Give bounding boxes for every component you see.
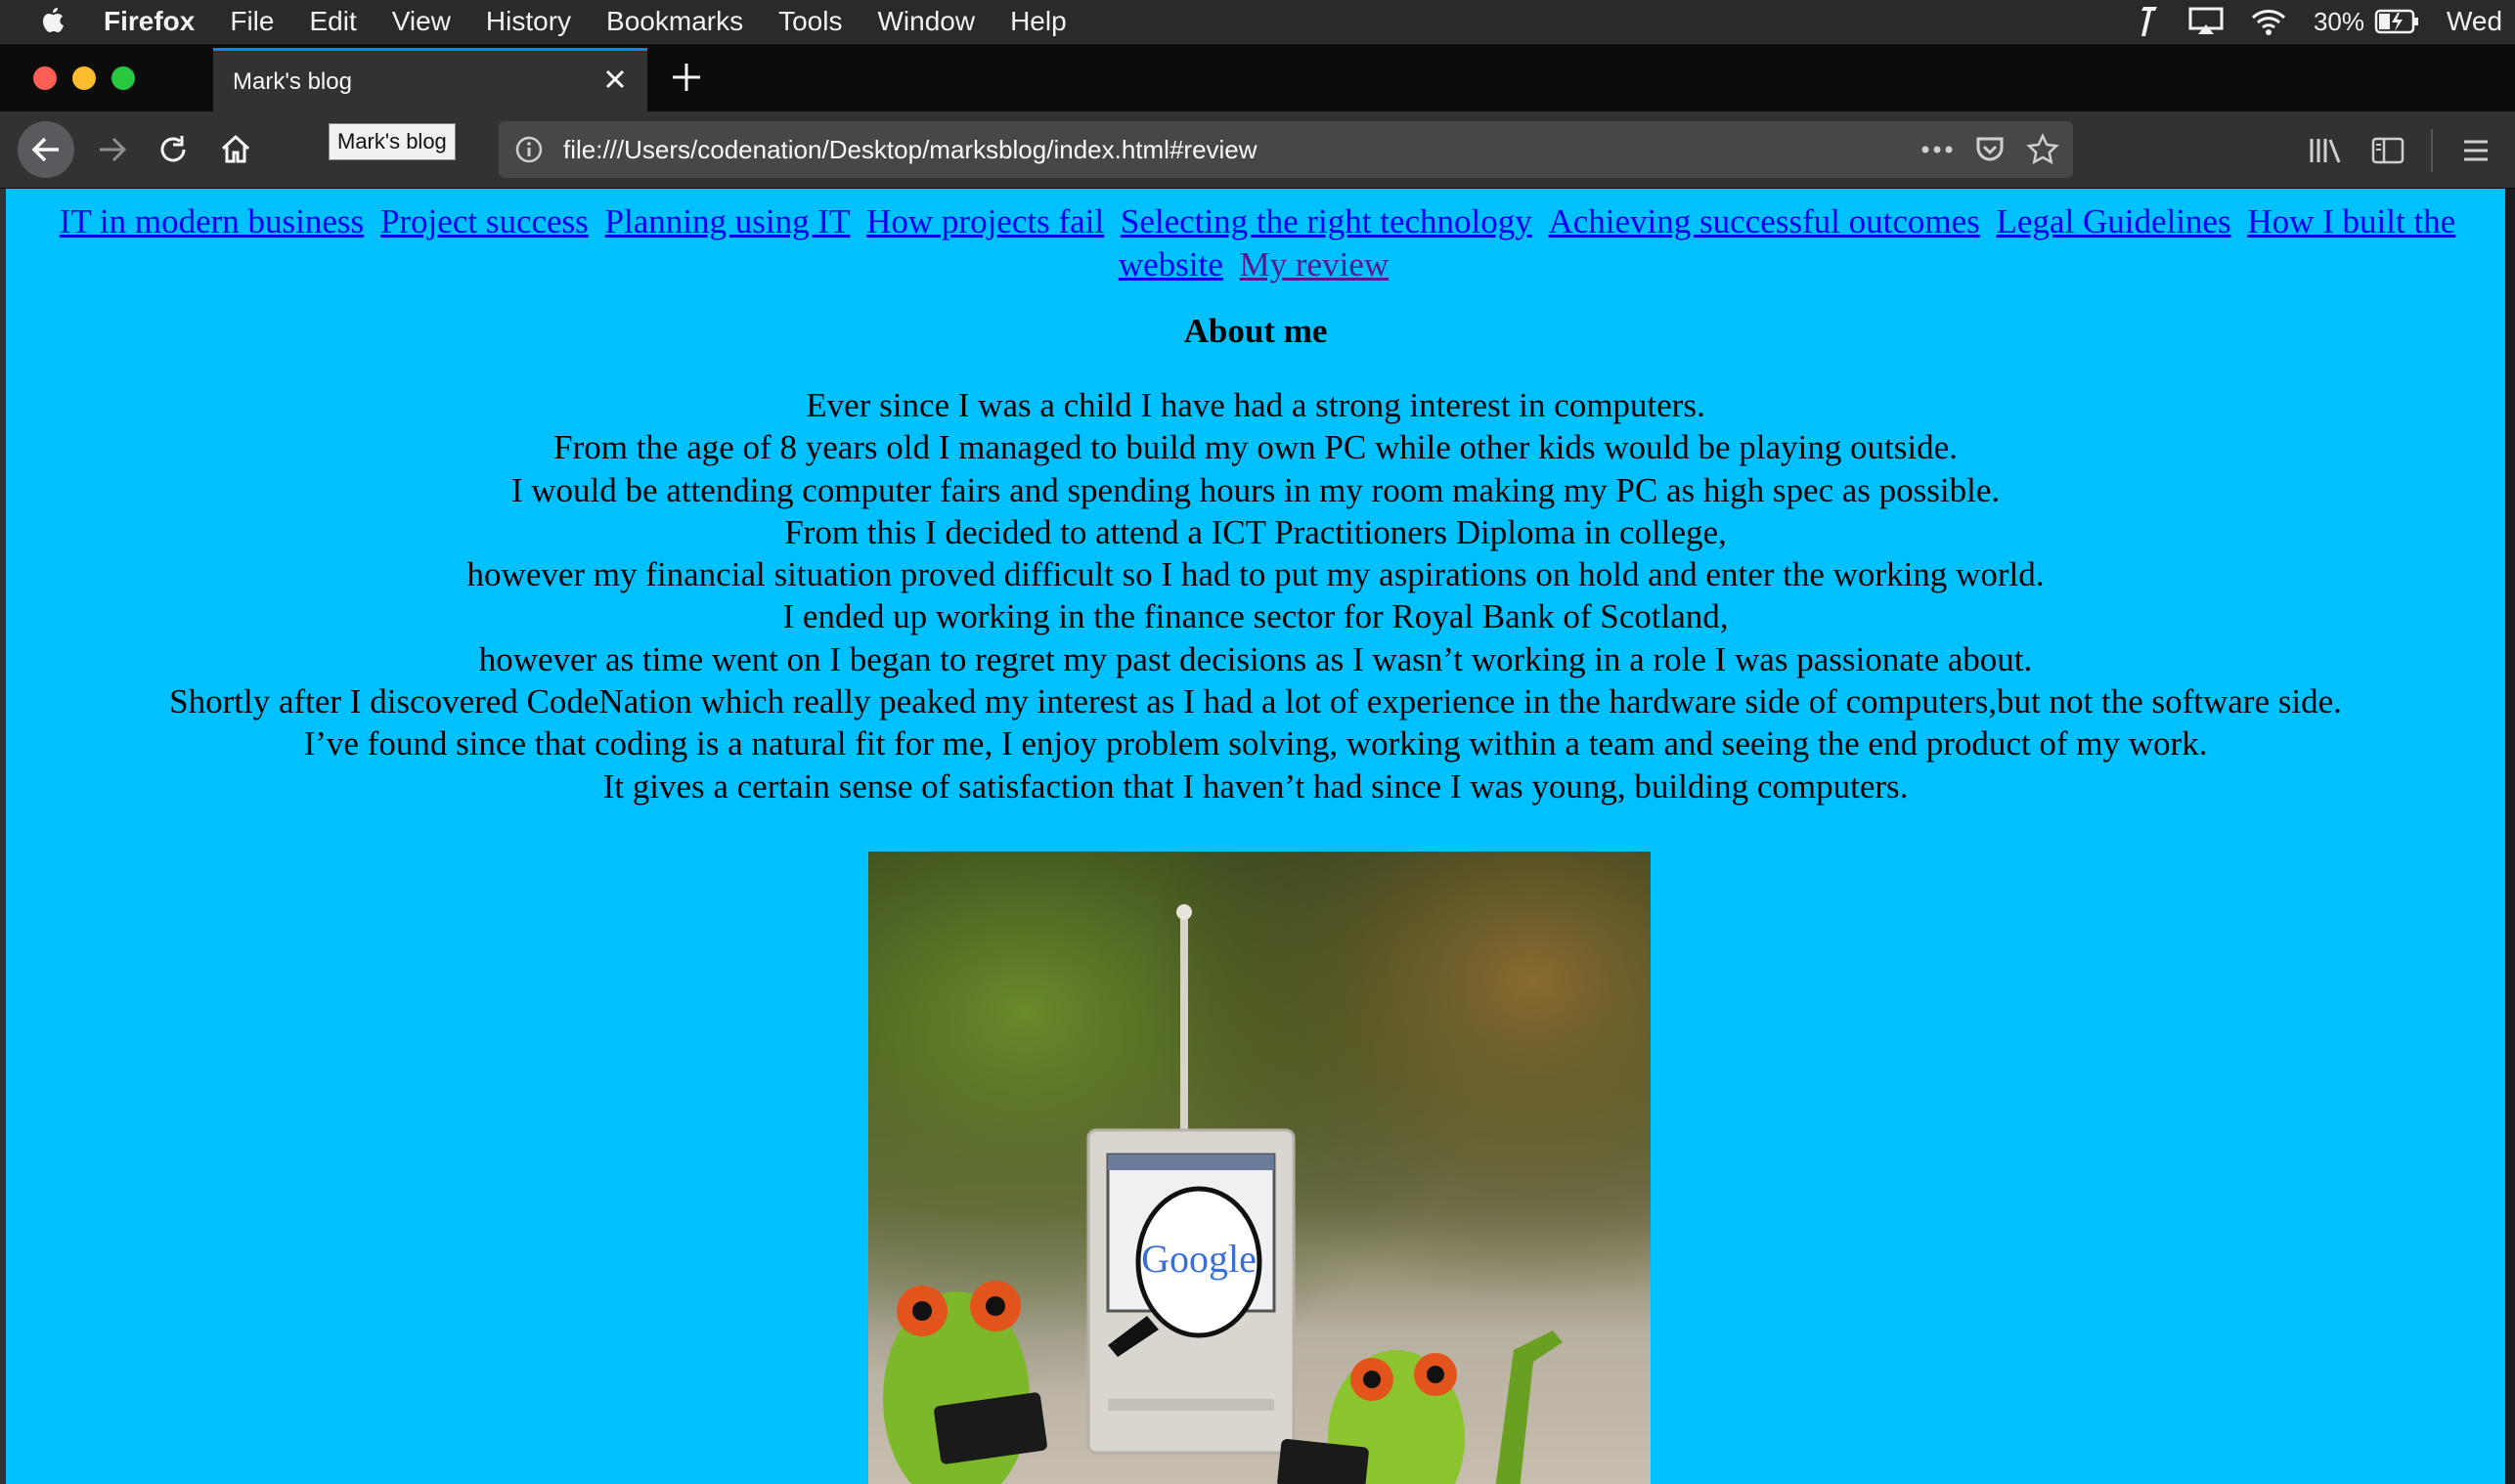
paragraph-line: Ever since I was a child I have had a st… xyxy=(806,386,1705,424)
nav-link-my-review[interactable]: My review xyxy=(1240,245,1390,284)
menu-app-firefox[interactable]: Firefox xyxy=(104,6,195,37)
menu-bookmarks[interactable]: Bookmarks xyxy=(606,6,743,37)
tab-marks-blog[interactable]: Mark's blog xyxy=(213,48,647,112)
paragraph-line: From the age of 8 years old I managed to… xyxy=(553,428,1958,467)
menu-history[interactable]: History xyxy=(486,6,571,37)
menu-view[interactable]: View xyxy=(392,6,451,37)
tab-title: Mark's blog xyxy=(233,68,352,95)
library-icon[interactable] xyxy=(2306,131,2345,170)
menu-help[interactable]: Help xyxy=(1010,6,1067,37)
window-zoom-button[interactable] xyxy=(111,66,135,90)
wifi-icon[interactable] xyxy=(2251,8,2286,35)
nav-link-planning-using-it[interactable]: Planning using IT xyxy=(605,202,851,240)
paragraph-line: I ended up working in the finance sector… xyxy=(782,597,1729,636)
url-bar[interactable]: file:///Users/codenation/Desktop/marksbl… xyxy=(499,121,2073,178)
page-actions-icon[interactable] xyxy=(1920,133,1954,166)
nav-link-selecting-technology[interactable]: Selecting the right technology xyxy=(1121,202,1532,240)
site-info-icon[interactable] xyxy=(514,135,544,164)
menu-window[interactable]: Window xyxy=(877,6,975,37)
paragraph-line: From this I decided to attend a ICT Prac… xyxy=(784,512,1727,551)
paragraph-line: I would be attending computer fairs and … xyxy=(510,470,2001,509)
nav-link-how-projects-fail[interactable]: How projects fail xyxy=(866,202,1104,240)
tab-tooltip: Mark's blog xyxy=(329,123,456,160)
menu-file[interactable]: File xyxy=(230,6,274,37)
apple-icon[interactable] xyxy=(39,5,68,38)
url-text[interactable]: file:///Users/codenation/Desktop/marksbl… xyxy=(563,135,1258,165)
hamburger-menu-icon[interactable] xyxy=(2456,131,2495,170)
nav-link-project-success[interactable]: Project success xyxy=(380,202,589,240)
window-minimize-button[interactable] xyxy=(72,66,96,90)
site-navigation: IT in modern business Project success Pl… xyxy=(45,200,2466,286)
window-close-button[interactable] xyxy=(33,66,57,90)
page-scrollbar[interactable] xyxy=(2505,189,2515,1484)
about-me-paragraph: Ever since I was a child I have had a st… xyxy=(6,384,2505,807)
new-tab-icon[interactable] xyxy=(669,60,704,95)
paragraph-line: Shortly after I discovered CodeNation wh… xyxy=(169,682,2342,721)
nav-link-it-modern-business[interactable]: IT in modern business xyxy=(60,202,364,240)
paragraph-line: It gives a certain sense of satisfaction… xyxy=(602,766,1909,806)
google-logo-text: Google xyxy=(1141,1237,1257,1281)
navigation-toolbar: Mark's blog file:///Users/codenation/Des… xyxy=(0,111,2515,189)
script-editor-icon[interactable] xyxy=(2138,5,2161,38)
home-icon[interactable] xyxy=(209,123,262,176)
tab-close-icon[interactable] xyxy=(600,65,630,94)
macos-menubar: Firefox File Edit View History Bookmarks… xyxy=(0,0,2515,43)
paragraph-line: I’ve found since that coding is a natura… xyxy=(303,724,2208,764)
menubar-clock[interactable]: Wed xyxy=(2447,6,2515,37)
pocket-icon[interactable] xyxy=(1973,133,2007,166)
menu-tools[interactable]: Tools xyxy=(778,6,842,37)
about-me-heading: About me xyxy=(1183,312,1328,350)
airplay-icon[interactable] xyxy=(2188,7,2224,36)
menu-edit[interactable]: Edit xyxy=(309,6,356,37)
frogs-computer-photo: Google xyxy=(868,851,1651,1484)
forward-arrow-icon[interactable] xyxy=(86,123,139,176)
bookmark-star-icon[interactable] xyxy=(2026,133,2059,166)
battery-percent: 30% xyxy=(2313,6,2364,36)
battery-charging-icon[interactable] xyxy=(2374,9,2419,34)
back-arrow-icon[interactable] xyxy=(18,121,74,178)
paragraph-line: however as time went on I began to regre… xyxy=(478,639,2033,678)
paragraph-line: however my financial situation proved di… xyxy=(466,555,2045,594)
page-viewport: IT in modern business Project success Pl… xyxy=(0,189,2505,1484)
tab-strip: Mark's blog xyxy=(0,43,2515,112)
sidebar-toggle-icon[interactable] xyxy=(2368,131,2407,170)
nav-link-legal-guidelines[interactable]: Legal Guidelines xyxy=(1997,202,2231,240)
reload-icon[interactable] xyxy=(147,123,199,176)
nav-link-successful-outcomes[interactable]: Achieving successful outcomes xyxy=(1548,202,1979,240)
toolbar-separator xyxy=(2431,129,2433,172)
